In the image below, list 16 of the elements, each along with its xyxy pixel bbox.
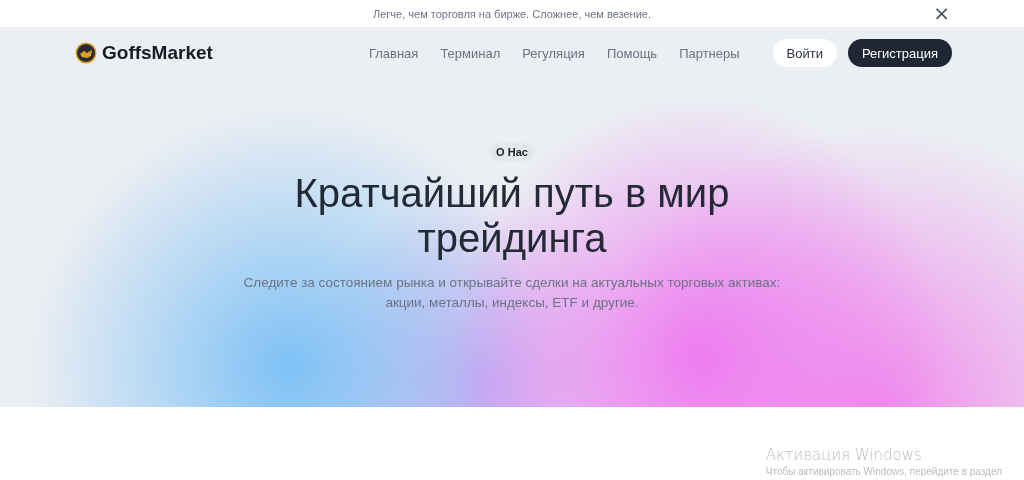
hero-subtitle: Следите за состоянием рынка и открывайте сделки на актуальных торговых активах: акции, металлы, индексы, ETF и другие. xyxy=(242,274,782,312)
logo-icon xyxy=(75,42,97,64)
nav-link[interactable]: Регуляция xyxy=(522,45,585,61)
logo-text[interactable]: GoffsMarket xyxy=(102,42,213,64)
nav-link[interactable]: Терминал xyxy=(440,45,501,61)
login-button[interactable]: Войти xyxy=(772,39,837,67)
activation-title: Активация Windows xyxy=(765,446,923,464)
close-button[interactable]: × xyxy=(933,3,950,23)
nav-link[interactable]: Главная xyxy=(368,45,419,61)
nav-link[interactable]: Партнеры xyxy=(679,45,740,61)
announcement-text: Легче, чем торговля на бирже. Сложнее, чем везение. xyxy=(373,7,651,20)
nav-link[interactable]: Помощь xyxy=(606,45,658,61)
hero-title: Кратчайший путь в мир трейдинга xyxy=(293,171,731,261)
section-badge: О Нас xyxy=(490,143,534,161)
register-button[interactable]: Регистрация xyxy=(848,39,952,67)
activation-text: Чтобы активировать Windows, перейдите в раздел xyxy=(765,466,1002,478)
